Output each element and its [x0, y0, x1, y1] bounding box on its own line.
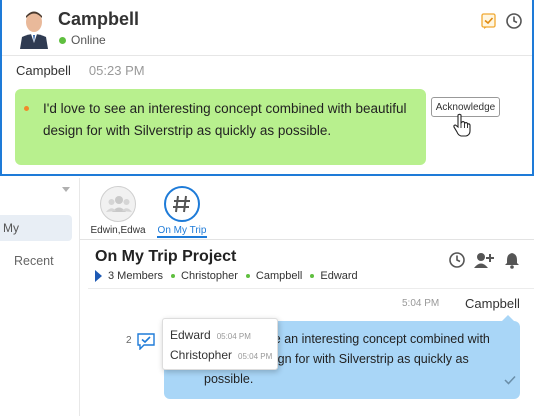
online-dot-icon — [59, 36, 66, 44]
sidebar-item-my[interactable]: My — [0, 215, 72, 241]
add-user-icon[interactable] — [473, 251, 495, 269]
bell-icon[interactable] — [503, 251, 521, 269]
message-text: I'd love to see an interesting concept c… — [43, 101, 407, 138]
message-time: 05:23 PM — [88, 63, 145, 78]
delivered-check-icon — [504, 375, 516, 385]
conversation-sidebar: My Recent — [0, 178, 80, 416]
members-count[interactable]: 3 Members — [108, 270, 163, 282]
channel-avatar — [164, 186, 200, 222]
read-count[interactable]: 2 — [126, 335, 132, 346]
read-time: 05:04 PM — [238, 352, 273, 361]
online-dot-icon — [310, 274, 315, 278]
sidebar-item-recent[interactable]: Recent — [14, 254, 54, 268]
contact-name: Campbell — [58, 9, 140, 29]
hand-pointer-icon — [453, 113, 471, 137]
message-meta: Campbell 05:23 PM — [16, 63, 145, 78]
online-dot-icon — [171, 274, 176, 278]
contact-avatar[interactable] — [18, 9, 50, 49]
group-members-bar: 3 Members Christopher Campbell Edward — [95, 270, 358, 282]
sender-name: Campbell — [465, 296, 520, 311]
reader-name: Edward — [170, 328, 211, 342]
group-people-icon — [106, 196, 132, 212]
online-dot-icon — [245, 274, 250, 278]
message-bubble[interactable]: I'd love to see an interesting concept c… — [15, 89, 426, 165]
group-avatar — [100, 186, 136, 222]
priority-dot-icon — [24, 106, 29, 111]
sender-name: Campbell — [16, 63, 71, 78]
chat-header: Campbell Online — [2, 0, 532, 56]
status-text: Online — [71, 33, 106, 47]
tab-label: Edwin,Edwa — [90, 225, 146, 236]
member-name: Edward — [320, 270, 358, 282]
read-by-popup: Edward 05:04 PM Christopher 05:04 PM — [162, 318, 278, 370]
reader-name: Christopher — [170, 348, 233, 362]
clock-icon[interactable] — [448, 251, 466, 269]
expand-members-icon[interactable] — [95, 270, 102, 282]
single-chat-panel: Campbell Online Campbell 05:23 PM I'd lo… — [0, 0, 534, 176]
member-name: Christopher — [181, 270, 238, 282]
conversation-tabs: Edwin,Edwa On My Trip — [80, 178, 534, 240]
task-icon[interactable] — [480, 12, 498, 30]
hashtag-icon — [173, 195, 190, 213]
read-by-row: Edward 05:04 PM — [170, 328, 251, 342]
tab-edwin-edward[interactable]: Edwin,Edwa — [86, 186, 150, 240]
clock-icon[interactable] — [505, 12, 523, 30]
read-by-row: Christopher 05:04 PM — [170, 348, 272, 362]
group-chat-panel: My Recent Edwin,Edwa On My Trip On My Tr… — [0, 178, 534, 416]
message-time: 5:04 PM — [402, 298, 440, 309]
tab-label: On My Trip — [156, 225, 208, 238]
presence-status: Online — [59, 33, 106, 47]
group-title: On My Trip Project — [95, 248, 237, 265]
read-time: 05:04 PM — [216, 332, 251, 341]
read-receipt-icon[interactable] — [136, 332, 156, 350]
caret-down-icon[interactable] — [62, 187, 70, 192]
member-name: Campbell — [255, 270, 303, 282]
tab-on-my-trip[interactable]: On My Trip — [150, 186, 214, 240]
divider — [88, 288, 534, 289]
